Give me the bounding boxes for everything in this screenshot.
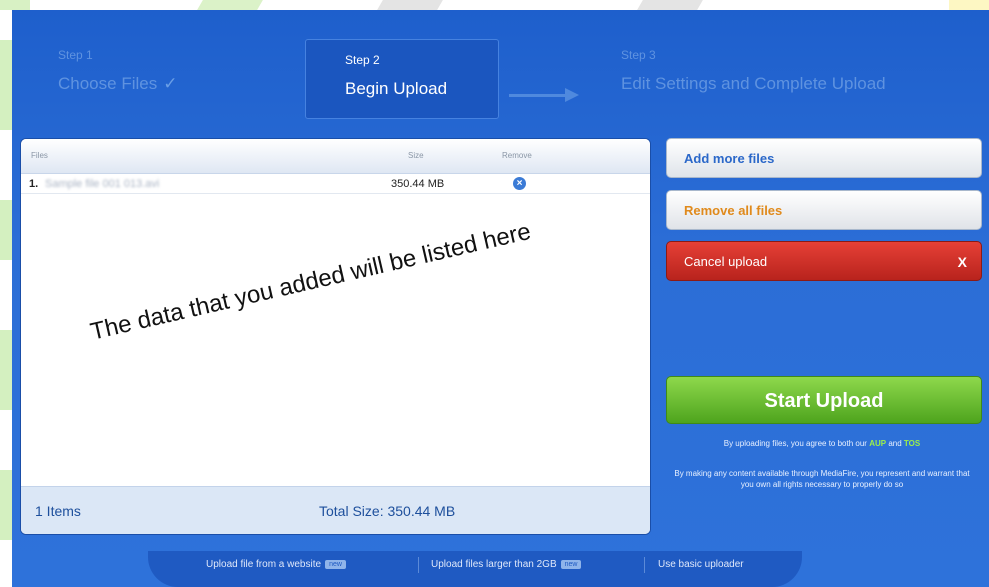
divider (418, 557, 419, 573)
uploader-frame: Step 1 Choose Files ✓ Step 2 Begin Upload… (12, 10, 989, 587)
terms-and: and (888, 439, 902, 448)
divider (644, 557, 645, 573)
arrow-right-icon (565, 88, 579, 102)
add-more-files-button[interactable]: Add more files (666, 138, 982, 178)
terms-notice: By uploading files, you agree to both ou… (672, 438, 972, 449)
close-icon: X (957, 254, 967, 270)
column-header-files: Files (31, 151, 48, 160)
file-row-name: Sample file 001 013.avi (45, 178, 160, 190)
decorative-stripe (637, 0, 703, 10)
step-2-number: Step 2 (345, 53, 380, 67)
upload-large-files-link[interactable]: Upload files larger than 2GB new (431, 559, 582, 570)
file-list-footer: 1 Items Total Size: 350.44 MB (21, 486, 650, 534)
step-1-title-text: Choose Files (58, 74, 158, 93)
total-size: Total Size: 350.44 MB (319, 503, 456, 519)
upload-from-website-link[interactable]: Upload file from a website new (206, 559, 346, 570)
cancel-upload-button[interactable]: Cancel upload X (666, 241, 982, 281)
file-row-index: 1. (29, 178, 39, 190)
upload-from-website-label: Upload file from a website (206, 559, 322, 570)
decorative-stripe (0, 0, 30, 10)
file-row-size: 350.44 MB (391, 178, 445, 190)
new-badge: new (325, 559, 346, 569)
basic-uploader-link[interactable]: Use basic uploader (658, 559, 744, 570)
decorative-stripe (197, 0, 263, 10)
file-list-header: Files Size Remove (21, 139, 650, 174)
step-1-number: Step 1 (58, 48, 93, 62)
step-1: Step 1 Choose Files ✓ (58, 48, 177, 94)
decorative-side-stripe (0, 200, 12, 260)
decorative-stripe (949, 0, 989, 10)
item-count: 1 Items (35, 503, 81, 519)
upload-large-files-label: Upload files larger than 2GB (431, 559, 557, 570)
terms-prefix: By uploading files, you agree to both ou… (723, 439, 867, 448)
step-3: Step 3 Edit Settings and Complete Upload (621, 48, 886, 94)
tos-link[interactable]: TOS (904, 439, 920, 448)
step-arrow-line (509, 94, 565, 97)
decorative-stripe (377, 0, 443, 10)
column-header-remove: Remove (502, 151, 532, 160)
aup-link[interactable]: AUP (869, 439, 886, 448)
remove-all-files-button[interactable]: Remove all files (666, 190, 982, 230)
step-3-title: Edit Settings and Complete Upload (621, 74, 886, 93)
step-2-title: Begin Upload (345, 79, 448, 98)
file-row: 1. Sample file 001 013.avi 350.44 MB × (21, 174, 650, 194)
cancel-upload-label: Cancel upload (684, 254, 768, 269)
decorative-side-stripe (0, 40, 12, 130)
annotation-text: The data that you added will be listed h… (87, 217, 534, 346)
step-2-active: Step 2 Begin Upload (305, 39, 499, 119)
column-header-size: Size (408, 151, 424, 160)
start-upload-button[interactable]: Start Upload (666, 376, 982, 424)
step-1-title: Choose Files ✓ (58, 74, 177, 94)
bottom-options-bar: Upload file from a website new Upload fil… (148, 551, 802, 587)
new-badge: new (560, 559, 582, 569)
checkmark-icon: ✓ (163, 74, 178, 93)
decorative-side-stripe (0, 330, 12, 410)
remove-file-icon[interactable]: × (513, 177, 526, 190)
file-list-panel: Files Size Remove 1. Sample file 001 013… (20, 138, 651, 535)
decorative-side-stripe (0, 470, 12, 540)
step-3-number: Step 3 (621, 48, 656, 62)
ownership-notice: By making any content available through … (674, 469, 970, 489)
